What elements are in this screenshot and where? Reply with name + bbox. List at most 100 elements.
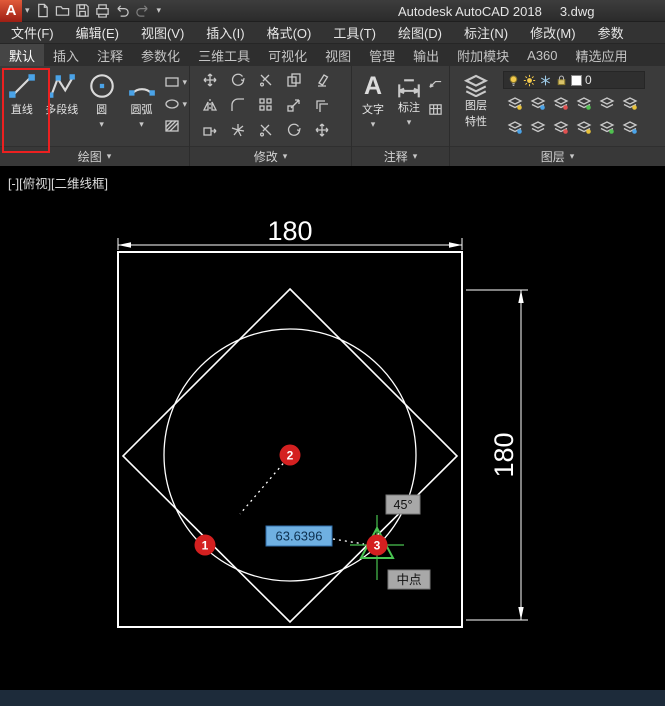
leader-button[interactable] bbox=[428, 75, 443, 95]
explode-tool[interactable] bbox=[230, 122, 246, 143]
tab-parametric[interactable]: 参数化 bbox=[132, 44, 189, 66]
tab-3d-tools[interactable]: 三维工具 bbox=[189, 44, 259, 66]
erase-tool[interactable] bbox=[314, 72, 330, 93]
circle-caret-icon[interactable]: ▾ bbox=[99, 119, 104, 129]
layer-panel-label[interactable]: 图层 ▾ bbox=[450, 146, 665, 166]
offset-tool[interactable] bbox=[314, 97, 330, 118]
app-menu-caret-icon[interactable]: ▾ bbox=[25, 6, 30, 15]
plot-icon[interactable] bbox=[94, 2, 112, 20]
new-file-icon[interactable] bbox=[34, 2, 52, 20]
tab-a360[interactable]: A360 bbox=[518, 44, 566, 66]
line-label: 直线 bbox=[10, 104, 33, 116]
dimension-button[interactable]: 标注 ▾ bbox=[392, 66, 426, 129]
layer-tool[interactable] bbox=[576, 95, 592, 116]
layer-panel-caret-icon[interactable]: ▾ bbox=[570, 152, 575, 161]
menu-draw[interactable]: 绘图(D) bbox=[387, 22, 453, 44]
menu-parametric[interactable]: 参数 bbox=[587, 22, 635, 44]
annotate-panel-caret-icon[interactable]: ▾ bbox=[413, 152, 418, 161]
modify-panel-label[interactable]: 修改 ▾ bbox=[190, 146, 351, 166]
modify-panel-caret-icon[interactable]: ▾ bbox=[283, 152, 288, 161]
array-tool[interactable] bbox=[258, 97, 274, 118]
layer-tool[interactable] bbox=[576, 119, 592, 140]
tab-insert[interactable]: 插入 bbox=[44, 44, 88, 66]
dimension-right[interactable]: 180 bbox=[466, 289, 528, 621]
layer-tool[interactable] bbox=[507, 95, 523, 116]
tab-annotate[interactable]: 注释 bbox=[88, 44, 132, 66]
table-button[interactable] bbox=[428, 102, 443, 122]
trim-tool[interactable] bbox=[258, 72, 274, 93]
rotate-tool[interactable] bbox=[286, 122, 302, 143]
menu-view[interactable]: 视图(V) bbox=[130, 22, 195, 44]
layer-tool[interactable] bbox=[599, 119, 615, 140]
dimension-caret-icon[interactable]: ▾ bbox=[407, 117, 412, 127]
dynamic-input-field[interactable]: 63.6396 bbox=[265, 525, 333, 547]
quick-access-caret-icon[interactable]: ▾ bbox=[157, 6, 162, 15]
menu-tools[interactable]: 工具(T) bbox=[322, 22, 387, 44]
tab-featured-apps[interactable]: 精选应用 bbox=[567, 44, 637, 66]
fillet-tool[interactable] bbox=[230, 97, 246, 118]
rotate-tool[interactable] bbox=[230, 72, 246, 93]
dimension-top[interactable]: 180 bbox=[117, 216, 463, 250]
layer-sun-icon[interactable] bbox=[523, 74, 536, 87]
arc-button[interactable]: 圆弧 ▾ bbox=[122, 66, 162, 134]
menu-modify[interactable]: 修改(M) bbox=[519, 22, 587, 44]
move-icon bbox=[314, 122, 330, 138]
rectangle-caret-icon[interactable]: ▾ bbox=[182, 77, 187, 87]
tab-home[interactable]: 默认 bbox=[0, 44, 45, 66]
menu-dimension[interactable]: 标注(N) bbox=[453, 22, 519, 44]
layer-freeze-icon[interactable] bbox=[539, 74, 552, 87]
annotate-panel-label[interactable]: 注释 ▾ bbox=[352, 146, 449, 166]
layer-tool[interactable] bbox=[622, 95, 638, 116]
move-tool[interactable] bbox=[202, 72, 218, 93]
autocad-logo[interactable]: A bbox=[0, 0, 22, 22]
ellipse-button[interactable]: ▾ bbox=[164, 96, 187, 112]
copy-tool[interactable] bbox=[286, 72, 302, 93]
layer-on-bulb-icon[interactable] bbox=[507, 74, 520, 87]
drawing-canvas[interactable]: 180 180 1 2 3 63.6396 45° 中点 bbox=[0, 166, 665, 690]
open-file-icon[interactable] bbox=[54, 2, 72, 20]
layer-dropdown[interactable]: 0 bbox=[503, 71, 645, 89]
layer-lock-icon[interactable] bbox=[555, 74, 568, 87]
ellipse-caret-icon[interactable]: ▾ bbox=[182, 99, 187, 109]
menu-edit[interactable]: 编辑(E) bbox=[65, 22, 130, 44]
arc-caret-icon[interactable]: ▾ bbox=[139, 119, 144, 129]
layer-tool[interactable] bbox=[599, 95, 615, 116]
text-caret-icon[interactable]: ▾ bbox=[371, 119, 376, 129]
move-tool[interactable] bbox=[314, 122, 330, 143]
draw-panel-label[interactable]: 绘图 ▾ bbox=[0, 146, 189, 166]
hatch-button[interactable] bbox=[164, 118, 187, 134]
layer-tool[interactable] bbox=[530, 95, 546, 116]
arc-label: 圆弧 bbox=[130, 104, 153, 116]
menu-format[interactable]: 格式(O) bbox=[256, 22, 323, 44]
layer-tool[interactable] bbox=[507, 119, 523, 140]
text-button[interactable]: A 文字 ▾ bbox=[356, 66, 390, 129]
tab-addins[interactable]: 附加模块 bbox=[448, 44, 518, 66]
tab-visualize[interactable]: 可视化 bbox=[259, 44, 316, 66]
stretch-tool[interactable] bbox=[202, 122, 218, 143]
layer-color-swatch[interactable] bbox=[571, 74, 582, 86]
drawing-area[interactable]: [-][俯视][二维线框] 180 180 1 2 3 63.6396 45° … bbox=[0, 166, 665, 690]
rectangle-button[interactable]: ▾ bbox=[164, 74, 187, 90]
tab-output[interactable]: 输出 bbox=[404, 44, 448, 66]
current-layer-name: 0 bbox=[585, 73, 592, 87]
menu-insert[interactable]: 插入(I) bbox=[195, 22, 255, 44]
tab-manage[interactable]: 管理 bbox=[360, 44, 404, 66]
layer-tool[interactable] bbox=[530, 119, 546, 140]
redo-icon[interactable] bbox=[134, 2, 152, 20]
polyline-button[interactable]: 多段线 bbox=[42, 66, 82, 134]
scale-tool[interactable] bbox=[286, 97, 302, 118]
menubar: 文件(F) 编辑(E) 视图(V) 插入(I) 格式(O) 工具(T) 绘图(D… bbox=[0, 22, 665, 44]
trim-tool[interactable] bbox=[258, 122, 274, 143]
save-icon[interactable] bbox=[74, 2, 92, 20]
tab-view[interactable]: 视图 bbox=[316, 44, 360, 66]
mirror-tool[interactable] bbox=[202, 97, 218, 118]
layer-tool[interactable] bbox=[553, 95, 569, 116]
layer-properties-button[interactable]: 图层 特性 bbox=[453, 66, 499, 141]
line-button[interactable]: 直线 bbox=[2, 66, 42, 134]
circle-button[interactable]: 圆 ▾ bbox=[82, 66, 122, 134]
draw-panel-caret-icon[interactable]: ▾ bbox=[107, 152, 112, 161]
layer-tool[interactable] bbox=[622, 119, 638, 140]
undo-icon[interactable] bbox=[114, 2, 132, 20]
layer-tool[interactable] bbox=[553, 119, 569, 140]
menu-file[interactable]: 文件(F) bbox=[0, 22, 65, 44]
